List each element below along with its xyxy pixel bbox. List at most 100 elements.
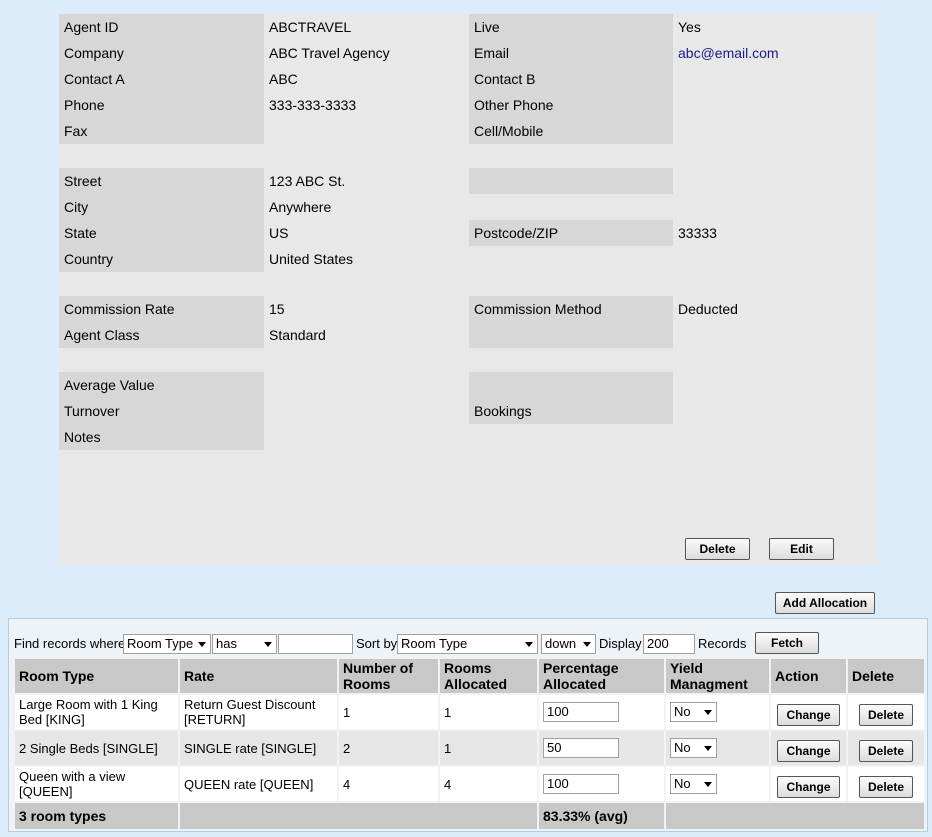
room-type-cell: Large Room with 1 King Bed [KING] (15, 695, 178, 729)
fetch-button[interactable]: Fetch (755, 632, 819, 654)
change-button[interactable]: Change (777, 703, 840, 726)
filter-operator-value: has (216, 636, 237, 651)
agent-id-label: Agent ID (59, 14, 264, 40)
postcode-value: 33333 (678, 225, 717, 241)
percentage-average: 83.33% (avg) (539, 803, 664, 829)
cell-label: Cell/Mobile (469, 118, 673, 144)
num-rooms-cell: 1 (339, 695, 438, 729)
company-value: ABC Travel Agency (269, 45, 390, 61)
pct-cell: 50 (539, 731, 664, 765)
commission-rate-label: Commission Rate (59, 296, 264, 322)
email-label: Email (469, 40, 673, 66)
agent-class-value: Standard (269, 327, 326, 343)
col-room-type[interactable]: Room Type (15, 659, 178, 693)
average-value-label: Average Value (59, 372, 264, 398)
yield-cell: No (666, 731, 769, 765)
percentage-input[interactable]: 100 (543, 774, 619, 794)
state-value: US (269, 225, 289, 241)
room-type-cell: Queen with a view [QUEEN] (15, 767, 178, 801)
filter-field-value: Room Type (127, 636, 194, 651)
notes-label: Notes (59, 424, 264, 450)
pct-cell: 100 (539, 767, 664, 801)
change-button[interactable]: Change (777, 775, 840, 798)
yield-select[interactable]: No (670, 738, 717, 758)
agent-class-label: Agent Class (59, 322, 264, 348)
num-rooms-cell: 2 (339, 731, 438, 765)
room-type-cell: 2 Single Beds [SINGLE] (15, 731, 178, 765)
delete-row-button[interactable]: Delete (858, 775, 914, 798)
state-label: State (59, 220, 264, 246)
fax-value (264, 118, 469, 144)
records-label: Records (698, 636, 747, 651)
display-label: Display (599, 636, 642, 651)
sort-field-select[interactable]: Room Type (397, 634, 538, 654)
turnover-label: Turnover (59, 398, 264, 424)
commission-method-value: Deducted (678, 301, 738, 317)
contact-b-value (673, 66, 878, 92)
display-count-input[interactable]: 200 (643, 634, 695, 654)
yield-select[interactable]: No (670, 774, 717, 794)
percentage-input[interactable]: 100 (543, 702, 619, 722)
col-percentage-allocated[interactable]: Percentage Allocated (539, 659, 664, 693)
add-allocation-button[interactable]: Add Allocation (775, 592, 875, 614)
email-link[interactable]: abc@email.com (673, 40, 878, 66)
rate-cell: SINGLE rate [SINGLE] (180, 731, 337, 765)
footer-blank (666, 803, 924, 829)
col-number-of-rooms[interactable]: Number of Rooms (339, 659, 438, 693)
sort-by-label: Sort by (356, 636, 398, 651)
fax-label: Fax (59, 118, 264, 144)
chevron-down-icon (704, 782, 712, 787)
phone-label: Phone (59, 92, 264, 118)
rooms-allocated-cell: 1 (440, 695, 537, 729)
col-rate[interactable]: Rate (180, 659, 337, 693)
delete-row-button[interactable]: Delete (858, 739, 914, 762)
chevron-down-icon (198, 642, 206, 647)
action-cell: Change (771, 731, 846, 765)
change-button[interactable]: Change (777, 739, 840, 762)
commission-rate-value: 15 (269, 301, 285, 317)
yield-cell: No (666, 695, 769, 729)
col-yield-management[interactable]: Yield Managment (666, 659, 769, 693)
edit-agent-button[interactable]: Edit (769, 538, 834, 560)
street-label: Street (59, 168, 264, 194)
footer-blank (180, 803, 537, 829)
table-row: 2 Single Beds [SINGLE] SINGLE rate [SING… (15, 731, 924, 765)
commission-blank-label (469, 322, 673, 348)
find-records-label: Find records where (14, 636, 126, 651)
live-label: Live (469, 14, 673, 40)
commission-method-label: Commission Method (469, 296, 673, 322)
action-cell: Change (771, 695, 846, 729)
yield-value: No (674, 740, 691, 755)
filter-field-select[interactable]: Room Type (123, 634, 211, 654)
chevron-down-icon (704, 746, 712, 751)
rate-cell: QUEEN rate [QUEEN] (180, 767, 337, 801)
country-label: Country (59, 246, 264, 272)
bookings-label: Bookings (469, 398, 673, 424)
delete-cell: Delete (848, 731, 924, 765)
rooms-allocated-cell: 4 (440, 767, 537, 801)
percentage-input[interactable]: 50 (543, 738, 619, 758)
allocations-table: Room Type Rate Number of Rooms Rooms All… (13, 657, 926, 831)
city-value: Anywhere (269, 199, 332, 215)
table-header-row: Room Type Rate Number of Rooms Rooms All… (15, 659, 924, 693)
sort-field-value: Room Type (401, 636, 468, 651)
agent-details-panel: Agent ID ABCTRAVEL Live Yes Company ABC … (59, 14, 878, 565)
address-blank-label (469, 168, 673, 194)
delete-agent-button[interactable]: Delete (685, 538, 750, 560)
contact-b-label: Contact B (469, 66, 673, 92)
stats-blank-label (469, 372, 673, 398)
delete-cell: Delete (848, 767, 924, 801)
sort-direction-select[interactable]: down (541, 634, 596, 654)
yield-value: No (674, 776, 691, 791)
num-rooms-cell: 4 (339, 767, 438, 801)
chevron-down-icon (264, 642, 272, 647)
delete-row-button[interactable]: Delete (858, 703, 914, 726)
filter-value-input[interactable] (278, 634, 353, 654)
col-rooms-allocated[interactable]: Rooms Allocated (440, 659, 537, 693)
yield-select[interactable]: No (670, 702, 717, 722)
table-row: Large Room with 1 King Bed [KING] Return… (15, 695, 924, 729)
filter-operator-select[interactable]: has (212, 634, 277, 654)
other-phone-value (673, 92, 878, 118)
pct-cell: 100 (539, 695, 664, 729)
postcode-label: Postcode/ZIP (469, 220, 673, 246)
